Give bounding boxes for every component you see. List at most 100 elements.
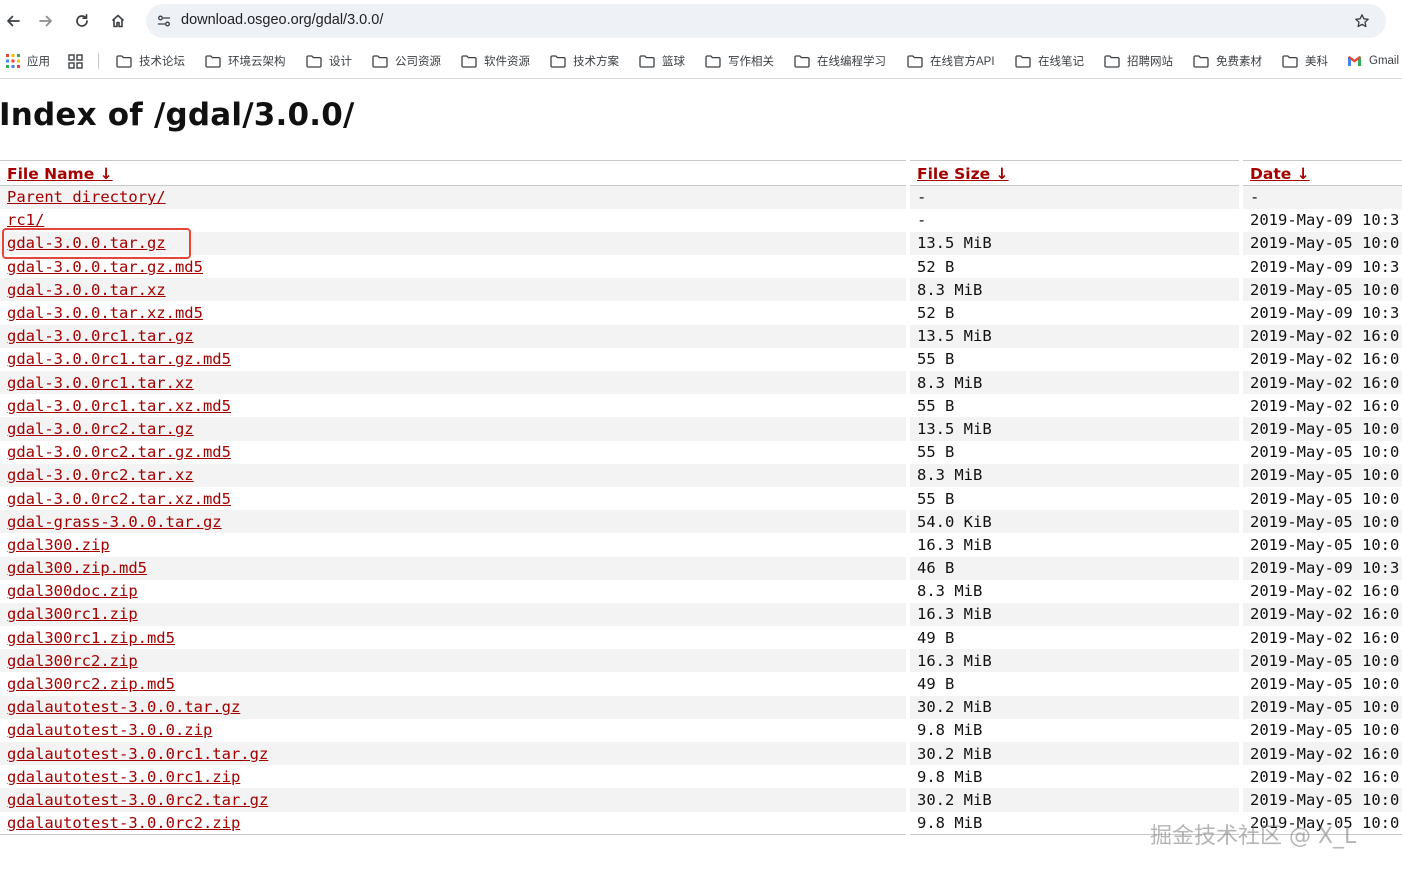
file-link[interactable]: gdal300.zip bbox=[7, 536, 110, 554]
bookmark-folder[interactable]: 在线官方API bbox=[907, 52, 995, 70]
table-row: gdal300rc2.zip.md5 49 B 2019-May-05 10:0 bbox=[0, 672, 1402, 696]
file-link[interactable]: gdalautotest-3.0.0.zip bbox=[7, 721, 212, 739]
bookmark-folder[interactable]: 环境云架构 bbox=[205, 52, 286, 70]
reload-icon[interactable] bbox=[69, 8, 95, 34]
table-row: gdal-3.0.0.tar.gz 13.5 MiB 2019-May-05 1… bbox=[0, 231, 1402, 256]
file-link[interactable]: gdal-3.0.0rc1.tar.xz bbox=[7, 374, 194, 392]
file-name-cell: gdalautotest-3.0.0rc1.tar.gz bbox=[0, 742, 908, 766]
file-link[interactable]: gdal300rc2.zip bbox=[7, 652, 138, 670]
file-date-cell: 2019-May-09 10:3 bbox=[1239, 556, 1402, 580]
directory-link[interactable]: rc1/ bbox=[7, 211, 44, 229]
url-text[interactable]: download.osgeo.org/gdal/3.0.0/ bbox=[181, 12, 383, 28]
bookmark-folder[interactable]: 在线编程学习 bbox=[794, 52, 886, 70]
bookmark-folder[interactable]: 技术论坛 bbox=[116, 52, 185, 70]
bookmark-label: 环境云架构 bbox=[228, 56, 286, 68]
table-row: Parent directory/ - - bbox=[0, 185, 1402, 209]
file-name-cell: gdal-3.0.0rc1.tar.gz bbox=[0, 324, 908, 348]
file-link[interactable]: gdal-grass-3.0.0.tar.gz bbox=[7, 513, 222, 531]
tab-groups-icon bbox=[68, 53, 83, 69]
folder-icon bbox=[794, 54, 810, 68]
bookmark-label: 美科 bbox=[1305, 56, 1328, 68]
bookmark-label: 软件资源 bbox=[484, 56, 530, 68]
folder-icon bbox=[306, 54, 322, 68]
bookmark-star-icon[interactable] bbox=[1352, 11, 1372, 31]
file-link[interactable]: gdal300rc2.zip.md5 bbox=[7, 675, 175, 693]
file-link[interactable]: gdal-3.0.0rc1.tar.xz.md5 bbox=[7, 397, 231, 415]
folder-icon bbox=[461, 54, 477, 68]
file-link[interactable]: gdal-3.0.0rc1.tar.gz bbox=[7, 327, 194, 345]
file-name-cell: gdal-3.0.0rc1.tar.xz.md5 bbox=[0, 394, 908, 418]
back-icon[interactable] bbox=[0, 8, 26, 34]
bookmark-folder[interactable]: 篮球 bbox=[639, 52, 685, 70]
file-name-cell: Parent directory/ bbox=[0, 185, 908, 209]
file-date-cell: 2019-May-05 10:0 bbox=[1239, 486, 1402, 511]
file-size-cell: - bbox=[906, 208, 1241, 232]
file-name-cell: gdal300.zip bbox=[0, 533, 908, 557]
file-name-cell: gdal-3.0.0rc1.tar.xz bbox=[0, 371, 908, 395]
site-info-icon[interactable] bbox=[154, 11, 174, 31]
table-row: gdal300doc.zip 8.3 MiB 2019-May-02 16:0 bbox=[0, 579, 1402, 603]
file-link[interactable]: gdal-3.0.0rc2.tar.xz.md5 bbox=[7, 490, 231, 508]
folder-icon bbox=[907, 54, 923, 68]
file-date-cell: 2019-May-02 16:0 bbox=[1239, 579, 1402, 603]
table-row: gdal-3.0.0.tar.gz.md5 52 B 2019-May-09 1… bbox=[0, 255, 1402, 279]
file-date-cell: - bbox=[1239, 185, 1402, 209]
forward-icon[interactable] bbox=[33, 8, 59, 34]
file-size-cell: 30.2 MiB bbox=[906, 742, 1241, 766]
file-link[interactable]: gdalautotest-3.0.0.tar.gz bbox=[7, 698, 240, 716]
table-row: gdal-3.0.0rc2.tar.gz.md5 55 B 2019-May-0… bbox=[0, 440, 1402, 464]
file-link[interactable]: gdal-3.0.0rc2.tar.gz.md5 bbox=[7, 443, 231, 461]
file-link[interactable]: gdal-3.0.0rc2.tar.gz bbox=[7, 420, 194, 438]
address-bar[interactable]: download.osgeo.org/gdal/3.0.0/ bbox=[146, 4, 1386, 38]
table-row: gdal-3.0.0.tar.xz.md5 52 B 2019-May-09 1… bbox=[0, 301, 1402, 325]
bookmark-folder[interactable]: 写作相关 bbox=[705, 52, 774, 70]
file-date-cell: 2019-May-05 10:0 bbox=[1239, 278, 1402, 302]
file-link[interactable]: gdal-3.0.0rc2.tar.xz bbox=[7, 466, 194, 484]
file-link[interactable]: gdal-3.0.0.tar.xz.md5 bbox=[7, 304, 203, 322]
home-icon[interactable] bbox=[105, 8, 131, 34]
folder-icon bbox=[205, 54, 221, 68]
file-link[interactable]: gdal-3.0.0rc1.tar.gz.md5 bbox=[7, 350, 231, 368]
table-row: gdal300rc1.zip 16.3 MiB 2019-May-02 16:0 bbox=[0, 602, 1402, 627]
file-link[interactable]: gdalautotest-3.0.0rc2.zip bbox=[7, 814, 240, 832]
bookmark-folder[interactable]: 设计 bbox=[306, 52, 352, 70]
gmail-icon bbox=[1348, 56, 1361, 66]
file-name-cell: gdalautotest-3.0.0rc1.zip bbox=[0, 765, 908, 789]
file-link[interactable]: gdalautotest-3.0.0rc1.tar.gz bbox=[7, 745, 268, 763]
file-link[interactable]: gdalautotest-3.0.0rc1.zip bbox=[7, 768, 240, 786]
parent-directory-link[interactable]: Parent directory/ bbox=[7, 188, 166, 206]
file-name-cell: gdal-3.0.0rc2.tar.gz.md5 bbox=[0, 440, 908, 464]
file-size-cell: 55 B bbox=[906, 347, 1241, 371]
file-link[interactable]: gdal300doc.zip bbox=[7, 582, 138, 600]
page-title: Index of /gdal/3.0.0/ bbox=[0, 97, 355, 133]
bookmark-folder[interactable]: 在线笔记 bbox=[1015, 52, 1084, 70]
file-size-cell: 16.3 MiB bbox=[906, 649, 1241, 673]
file-name-cell: rc1/ bbox=[0, 208, 908, 232]
file-size-cell: - bbox=[906, 185, 1241, 209]
file-date-cell: 2019-May-02 16:0 bbox=[1239, 394, 1402, 418]
folder-icon bbox=[639, 54, 655, 68]
file-link[interactable]: gdal-3.0.0.tar.gz bbox=[7, 234, 166, 252]
file-link[interactable]: gdal300rc1.zip.md5 bbox=[7, 629, 175, 647]
file-name-cell: gdal300rc1.zip bbox=[0, 602, 908, 627]
bookmark-folder[interactable]: 公司资源 bbox=[372, 52, 441, 70]
file-link[interactable]: gdalautotest-3.0.0rc2.tar.gz bbox=[7, 791, 268, 809]
bookmark-tab-groups[interactable] bbox=[68, 52, 90, 70]
sort-by-size-link[interactable]: File Size ↓ bbox=[917, 165, 1009, 183]
bookmark-folder[interactable]: 软件资源 bbox=[461, 52, 530, 70]
bookmark-gmail[interactable]: Gmail bbox=[1347, 52, 1399, 70]
file-link[interactable]: gdal-3.0.0.tar.gz.md5 bbox=[7, 258, 203, 276]
file-link[interactable]: gdal300.zip.md5 bbox=[7, 559, 147, 577]
file-date-cell: 2019-May-09 10:3 bbox=[1239, 255, 1402, 279]
bookmark-folder[interactable]: 免费素材 bbox=[1193, 52, 1262, 70]
bookmark-folder[interactable]: 技术方案 bbox=[550, 52, 619, 70]
bookmark-folder[interactable]: 招聘网站 bbox=[1104, 52, 1173, 70]
sort-by-date-link[interactable]: Date ↓ bbox=[1250, 165, 1310, 183]
folder-icon bbox=[372, 54, 388, 68]
bookmark-folder[interactable]: 美科 bbox=[1282, 52, 1328, 70]
sort-by-name-link[interactable]: File Name ↓ bbox=[7, 165, 113, 183]
file-link[interactable]: gdal-3.0.0.tar.xz bbox=[7, 281, 166, 299]
file-name-cell: gdal-3.0.0rc2.tar.gz bbox=[0, 417, 908, 441]
file-link[interactable]: gdal300rc1.zip bbox=[7, 605, 138, 623]
bookmark-apps[interactable]: 应用 bbox=[6, 52, 50, 70]
